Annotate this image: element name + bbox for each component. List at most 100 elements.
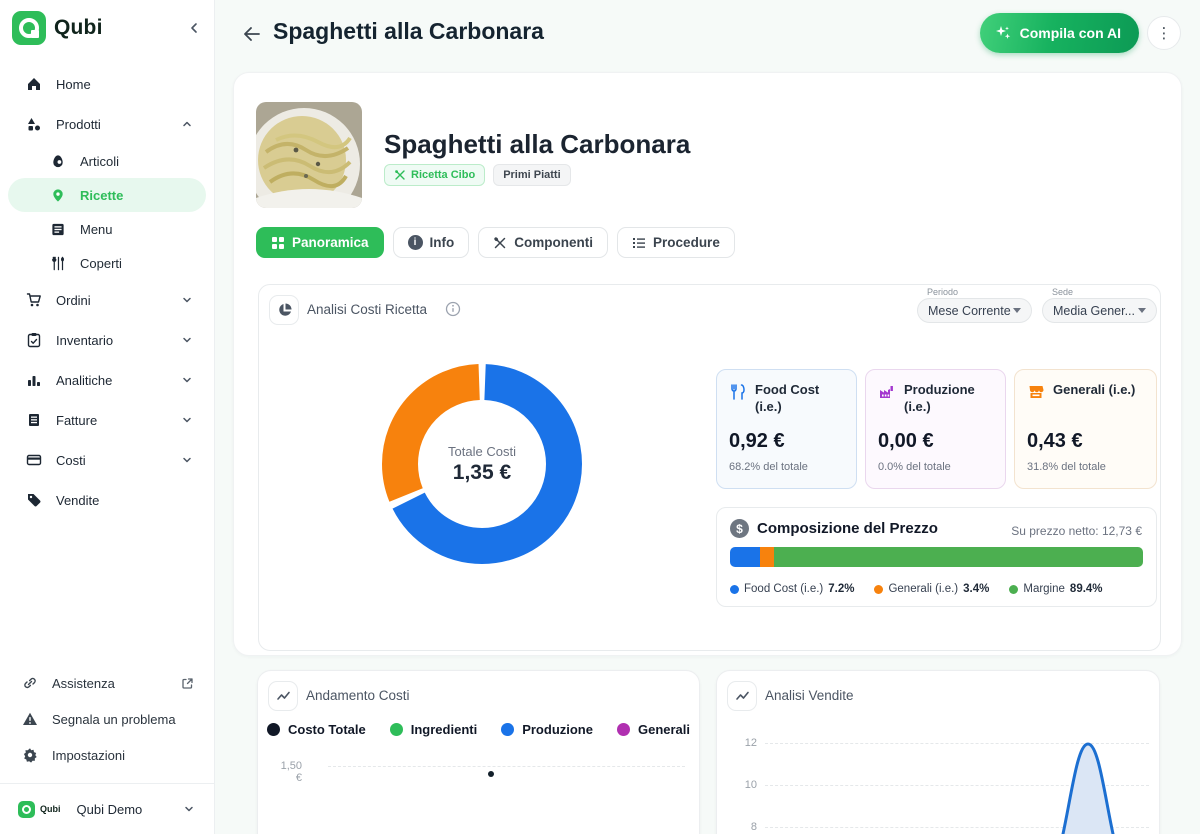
sidebar-item-fatture[interactable]: Fatture: [0, 400, 214, 440]
sidebar-item-ordini[interactable]: Ordini: [0, 280, 214, 320]
y-axis-tick: 10: [727, 779, 757, 791]
recipe-image: [256, 102, 362, 208]
legend-label: Ingredienti: [411, 722, 477, 737]
sidebar-item-impostazioni[interactable]: Impostazioni: [0, 737, 214, 773]
sidebar-item-inventario[interactable]: Inventario: [0, 320, 214, 360]
cost-donut-chart: Totale Costi 1,35 €: [372, 354, 592, 574]
arrow-left-icon: [241, 23, 263, 45]
sidebar-item-segnala-problema[interactable]: Segnala un problema: [0, 701, 214, 737]
sidebar-item-label: Fatture: [56, 413, 168, 428]
chevron-down-icon: [184, 804, 194, 814]
sidebar-item-assistenza[interactable]: Assistenza: [0, 665, 214, 701]
tab-info[interactable]: i Info: [393, 227, 470, 258]
cost-trend-card: Andamento Costi Costo Totale Ingredienti…: [257, 670, 700, 834]
tab-label: Componenti: [514, 235, 593, 250]
sidebar-item-coperti[interactable]: Coperti: [0, 246, 214, 280]
legend-label: Margine: [1023, 583, 1065, 595]
y-axis-tick: 8: [727, 821, 757, 833]
more-options-button[interactable]: ⋮: [1147, 16, 1181, 50]
sidebar: Qubi Home Prodotti Articoli Ricette Menu…: [0, 0, 215, 834]
tab-label: Info: [430, 235, 455, 250]
sidebar-item-label: Ordini: [56, 293, 168, 308]
sidebar-item-articoli[interactable]: Articoli: [0, 144, 214, 178]
sidebar-item-label: Assistenza: [52, 676, 167, 691]
sidebar-item-vendite[interactable]: Vendite: [0, 480, 214, 520]
sidebar-item-home[interactable]: Home: [0, 64, 214, 104]
legend-label: Produzione: [522, 722, 593, 737]
sidebar-item-analitiche[interactable]: Analitiche: [0, 360, 214, 400]
sidebar-item-label: Articoli: [80, 154, 192, 169]
sidebar-item-prodotti[interactable]: Prodotti: [0, 104, 214, 144]
home-icon: [26, 76, 42, 92]
gridline: [765, 743, 1149, 744]
stat-card-value: 0,92 €: [729, 430, 785, 453]
periodo-select[interactable]: Mese Corrente: [917, 298, 1032, 323]
egg-icon: [50, 154, 66, 169]
recipe-badges: Ricetta Cibo Primi Piatti: [384, 164, 571, 186]
trend-icon: [727, 681, 757, 711]
clipboard-icon: [26, 332, 42, 348]
sidebar-item-ricette[interactable]: Ricette: [8, 178, 206, 212]
sidebar-item-label: Costi: [56, 453, 168, 468]
stat-card-produzione: Produzione (i.e.) 0,00 € 0.0% del totale: [865, 369, 1006, 489]
price-composition-bar: [730, 547, 1143, 567]
legend-pct: 3.4%: [963, 583, 989, 595]
sede-select[interactable]: Media Gener...: [1042, 298, 1157, 323]
chevron-down-icon: [182, 375, 192, 385]
legend-dot: [1009, 585, 1018, 594]
sede-label: Sede: [1052, 287, 1073, 297]
chevron-down-icon: [182, 455, 192, 465]
info-circle-icon[interactable]: [445, 301, 461, 317]
legend-label: Generali (i.e.): [888, 583, 958, 595]
app-logo-text: Qubi: [54, 16, 103, 40]
workspace-switcher[interactable]: Qubi Qubi Demo: [0, 786, 214, 832]
sidebar-item-label: Home: [56, 77, 192, 92]
invoice-icon: [26, 412, 42, 428]
legend-item: Generali: [617, 722, 690, 737]
link-icon: [22, 675, 38, 691]
sidebar-item-menu[interactable]: Menu: [0, 212, 214, 246]
legend-dot: [267, 723, 280, 736]
tab-label: Procedure: [653, 235, 720, 250]
sidebar-item-label: Prodotti: [56, 117, 168, 132]
legend-dot: [617, 723, 630, 736]
workspace-logo-icon: [18, 801, 35, 818]
stat-card-food-cost: Food Cost (i.e.) 0,92 € 68.2% del totale: [716, 369, 857, 489]
chevron-down-icon: [1013, 308, 1021, 313]
tab-componenti[interactable]: Componenti: [478, 227, 608, 258]
kebab-icon: ⋮: [1157, 24, 1172, 42]
stat-card-title: Generali (i.e.): [1053, 382, 1135, 399]
numbered-list-icon: [632, 236, 646, 250]
workspace-logo-word: Qubi: [40, 804, 61, 814]
legend-item: Produzione: [501, 722, 593, 737]
donut-center: Totale Costi 1,35 €: [372, 354, 592, 574]
sidebar-item-costi[interactable]: Costi: [0, 440, 214, 480]
sidebar-footer: Assistenza Segnala un problema Impostazi…: [0, 665, 214, 832]
tab-panoramica[interactable]: Panoramica: [256, 227, 384, 258]
compila-con-ai-button[interactable]: Compila con AI: [980, 13, 1139, 53]
periodo-value: Mese Corrente: [928, 304, 1011, 318]
legend-dot: [501, 723, 514, 736]
sparkles-icon: [994, 24, 1012, 42]
legend-label: Food Cost (i.e.): [744, 583, 823, 595]
y-axis-tick: 12: [727, 737, 757, 749]
stat-card-title: Produzione (i.e.): [904, 382, 993, 416]
gridline: [765, 785, 1149, 786]
sidebar-collapse-button[interactable]: [182, 16, 206, 40]
net-price-note: Su prezzo netto: 12,73 €: [1011, 524, 1142, 538]
stat-card-subtitle: 31.8% del totale: [1027, 461, 1106, 473]
chevron-down-icon: [182, 295, 192, 305]
tag-icon: [26, 492, 42, 508]
sede-value: Media Gener...: [1053, 304, 1135, 318]
cost-data-point: [488, 771, 494, 777]
chevron-down-icon: [182, 335, 192, 345]
back-button[interactable]: [239, 21, 265, 47]
legend-pct: 7.2%: [828, 583, 854, 595]
crossed-utensils-icon: [394, 169, 406, 181]
external-link-icon: [181, 677, 194, 690]
legend-label: Costo Totale: [288, 722, 366, 737]
ai-button-label: Compila con AI: [1020, 25, 1121, 41]
legend-item: Margine 89.4%: [1009, 583, 1102, 595]
tab-procedure[interactable]: Procedure: [617, 227, 735, 258]
legend-item: Food Cost (i.e.) 7.2%: [730, 583, 854, 595]
